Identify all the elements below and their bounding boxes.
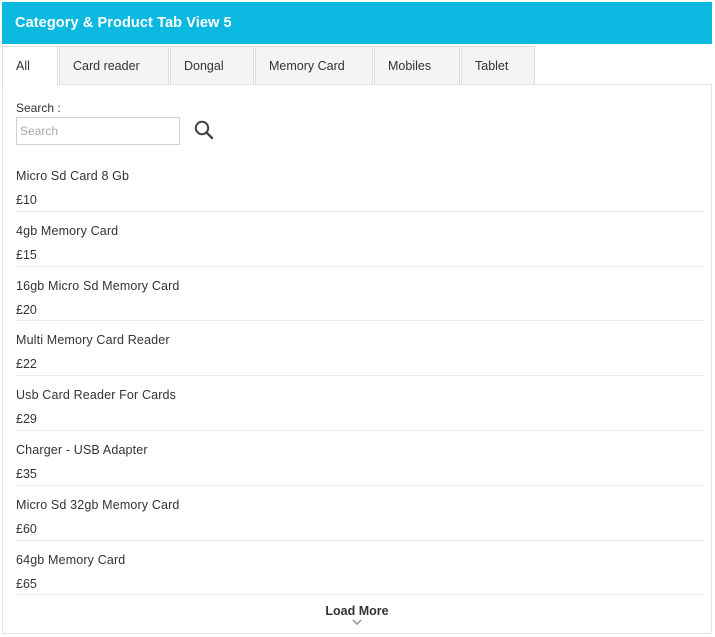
product-item[interactable]: Micro Sd Card 8 Gb £10 <box>16 157 704 212</box>
product-item[interactable]: Charger - USB Adapter £35 <box>16 431 704 486</box>
product-name[interactable]: 4gb Memory Card <box>16 224 118 238</box>
tab-dongal[interactable]: Dongal <box>170 46 254 84</box>
product-name[interactable]: Micro Sd 32gb Memory Card <box>16 498 180 512</box>
load-more-button[interactable]: Load More <box>3 604 711 626</box>
tab-mobiles[interactable]: Mobiles <box>374 46 460 84</box>
search-input[interactable] <box>16 117 180 145</box>
load-more-label: Load More <box>325 604 389 618</box>
product-item[interactable]: 64gb Memory Card £65 <box>16 541 704 596</box>
product-price: £60 <box>16 521 37 536</box>
product-name[interactable]: 16gb Micro Sd Memory Card <box>16 279 180 293</box>
product-name[interactable]: 64gb Memory Card <box>16 553 125 567</box>
tab-card-reader[interactable]: Card reader <box>59 46 169 84</box>
tab-tablet[interactable]: Tablet <box>461 46 535 84</box>
product-price: £29 <box>16 412 37 427</box>
search-icon <box>194 120 214 140</box>
chevron-down-icon <box>352 619 362 626</box>
product-name[interactable]: Charger - USB Adapter <box>16 443 148 457</box>
product-price: £35 <box>16 466 37 481</box>
tab-all[interactable]: All <box>2 46 58 85</box>
product-item[interactable]: 4gb Memory Card £15 <box>16 212 704 267</box>
widget-title: Category & Product Tab View 5 <box>2 2 712 44</box>
product-item[interactable]: 16gb Micro Sd Memory Card £20 <box>16 267 704 322</box>
product-list: Micro Sd Card 8 Gb £10 4gb Memory Card £… <box>16 157 704 596</box>
product-price: £65 <box>16 576 37 591</box>
product-item[interactable]: Micro Sd 32gb Memory Card £60 <box>16 486 704 541</box>
product-price: £10 <box>16 193 37 207</box>
product-item[interactable]: Usb Card Reader For Cards £29 <box>16 376 704 431</box>
product-name[interactable]: Multi Memory Card Reader <box>16 333 170 347</box>
product-price: £20 <box>16 302 37 317</box>
product-name[interactable]: Micro Sd Card 8 Gb <box>16 169 129 183</box>
tab-memory-card[interactable]: Memory Card <box>255 46 373 84</box>
product-item[interactable]: Multi Memory Card Reader £22 <box>16 321 704 377</box>
category-tabs: All Card reader Dongal Memory Card Mobil… <box>2 44 712 85</box>
product-price: £22 <box>16 357 37 372</box>
search-label: Search : <box>16 101 61 115</box>
tab-panel: Search : Micro Sd Card 8 Gb £10 4gb Memo… <box>2 84 712 634</box>
product-price: £15 <box>16 247 37 262</box>
search-button[interactable] <box>193 119 217 143</box>
product-name[interactable]: Usb Card Reader For Cards <box>16 388 176 402</box>
product-tab-widget: Category & Product Tab View 5 All Card r… <box>2 2 712 634</box>
